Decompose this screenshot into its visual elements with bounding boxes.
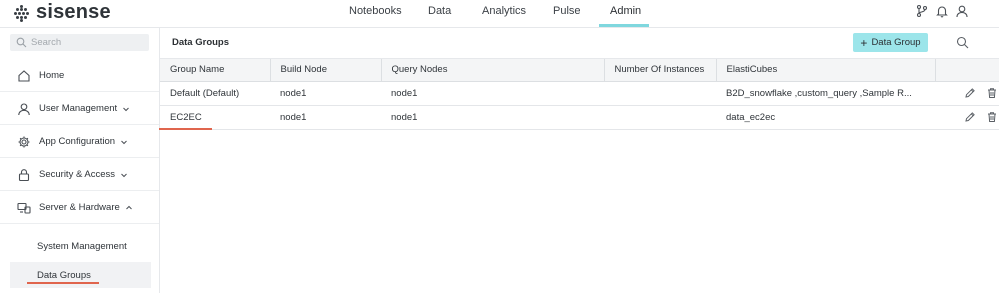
column-header-build-node[interactable]: Build Node [270, 59, 382, 82]
sidebar-item-label: App Configuration [39, 136, 116, 147]
cell-group-name: EC2EC [170, 111, 202, 123]
search-input[interactable] [31, 35, 141, 50]
cell-elasticubes: data_ec2ec [726, 111, 776, 123]
trash-icon[interactable] [986, 87, 998, 99]
gear-icon [18, 136, 30, 147]
edit-icon[interactable] [964, 87, 976, 99]
top-navigation-bar: sisense Notebooks Data Analytics Pulse A… [0, 0, 999, 28]
active-subitem-marker [27, 282, 99, 284]
active-tab-indicator [599, 24, 649, 27]
search-icon[interactable] [956, 36, 969, 49]
table-row[interactable]: EC2EC node1 node1 data_ec2ec [160, 105, 999, 129]
tab-admin[interactable]: Admin [610, 5, 641, 17]
cell-query-nodes: node1 [391, 111, 418, 123]
chevron-down-icon [123, 107, 130, 111]
brand-logo[interactable]: sisense [14, 1, 111, 24]
home-icon [18, 69, 30, 82]
sidebar-item-label: Security & Access [39, 169, 116, 180]
brand-name: sisense [36, 1, 111, 23]
tab-pulse[interactable]: Pulse [553, 5, 581, 17]
tab-analytics[interactable]: Analytics [482, 5, 526, 17]
edit-icon[interactable] [964, 111, 976, 123]
sidebar-item-label: Server & Hardware [39, 202, 120, 213]
column-header-query-nodes[interactable]: Query Nodes [381, 59, 605, 82]
cell-query-nodes: node1 [391, 87, 418, 99]
plus-icon: + [860, 35, 868, 50]
add-data-group-label: Data Group [871, 37, 921, 48]
sidebar-item-label: Home [39, 70, 65, 81]
table-header-row: Group Name Build Node Query Nodes Number… [160, 59, 999, 82]
monitor-icon [17, 202, 31, 214]
chevron-down-icon [121, 140, 127, 144]
sidebar: Home User Management App Configuration S… [0, 28, 160, 293]
page-title: Data Groups [172, 37, 230, 48]
column-header-actions [935, 59, 999, 82]
table-row[interactable]: Default (Default) node1 node1 B2D_snowfl… [160, 81, 999, 105]
sidebar-item-user-management[interactable]: User Management [0, 93, 159, 125]
cell-elasticubes: B2D_snowflake ,custom_query ,Sample R... [726, 87, 912, 99]
column-header-elasticubes[interactable]: ElastiCubes [716, 59, 936, 82]
chevron-up-icon [125, 205, 132, 209]
data-groups-table: Group Name Build Node Query Nodes Number… [160, 59, 999, 130]
sidebar-item-home[interactable]: Home [0, 60, 159, 92]
trash-icon[interactable] [986, 111, 998, 123]
sidebar-subitem-data-groups[interactable]: Data Groups [10, 262, 151, 288]
row-actions [935, 81, 999, 105]
cell-build-node: node1 [280, 111, 307, 123]
lock-icon [18, 168, 30, 181]
sisense-logo-icon [14, 4, 30, 22]
branch-icon[interactable] [915, 4, 929, 18]
column-header-group-name[interactable]: Group Name [160, 59, 271, 82]
sidebar-item-security-access[interactable]: Security & Access [0, 159, 159, 191]
cell-build-node: node1 [280, 87, 307, 99]
page-header: Data Groups + Data Group [160, 28, 999, 59]
sidebar-subitem-label: Data Groups [37, 269, 91, 281]
sidebar-item-app-configuration[interactable]: App Configuration [0, 126, 159, 158]
search-icon [16, 37, 27, 48]
cell-instances [604, 105, 716, 129]
cell-group-name: Default (Default) [170, 87, 240, 99]
user-icon[interactable] [955, 4, 969, 18]
chevron-down-icon [121, 173, 127, 177]
sidebar-item-label: User Management [39, 103, 118, 114]
column-header-instances[interactable]: Number Of Instances [604, 59, 717, 82]
sidebar-item-server-hardware[interactable]: Server & Hardware [0, 192, 159, 224]
top-right-icons [915, 4, 969, 18]
sidebar-search[interactable] [10, 34, 149, 51]
cell-instances [604, 81, 716, 105]
bell-icon[interactable] [935, 4, 949, 18]
main-content: Data Groups + Data Group Group Name Buil… [160, 28, 999, 293]
row-actions [935, 105, 999, 129]
tab-notebooks[interactable]: Notebooks [349, 5, 402, 17]
user-icon [18, 102, 30, 115]
tab-data[interactable]: Data [428, 5, 451, 17]
sidebar-subitem-system-management[interactable]: System Management [10, 233, 151, 259]
selected-row-marker [159, 128, 212, 130]
sidebar-subitem-label: System Management [37, 240, 127, 252]
add-data-group-button[interactable]: + Data Group [853, 33, 928, 52]
